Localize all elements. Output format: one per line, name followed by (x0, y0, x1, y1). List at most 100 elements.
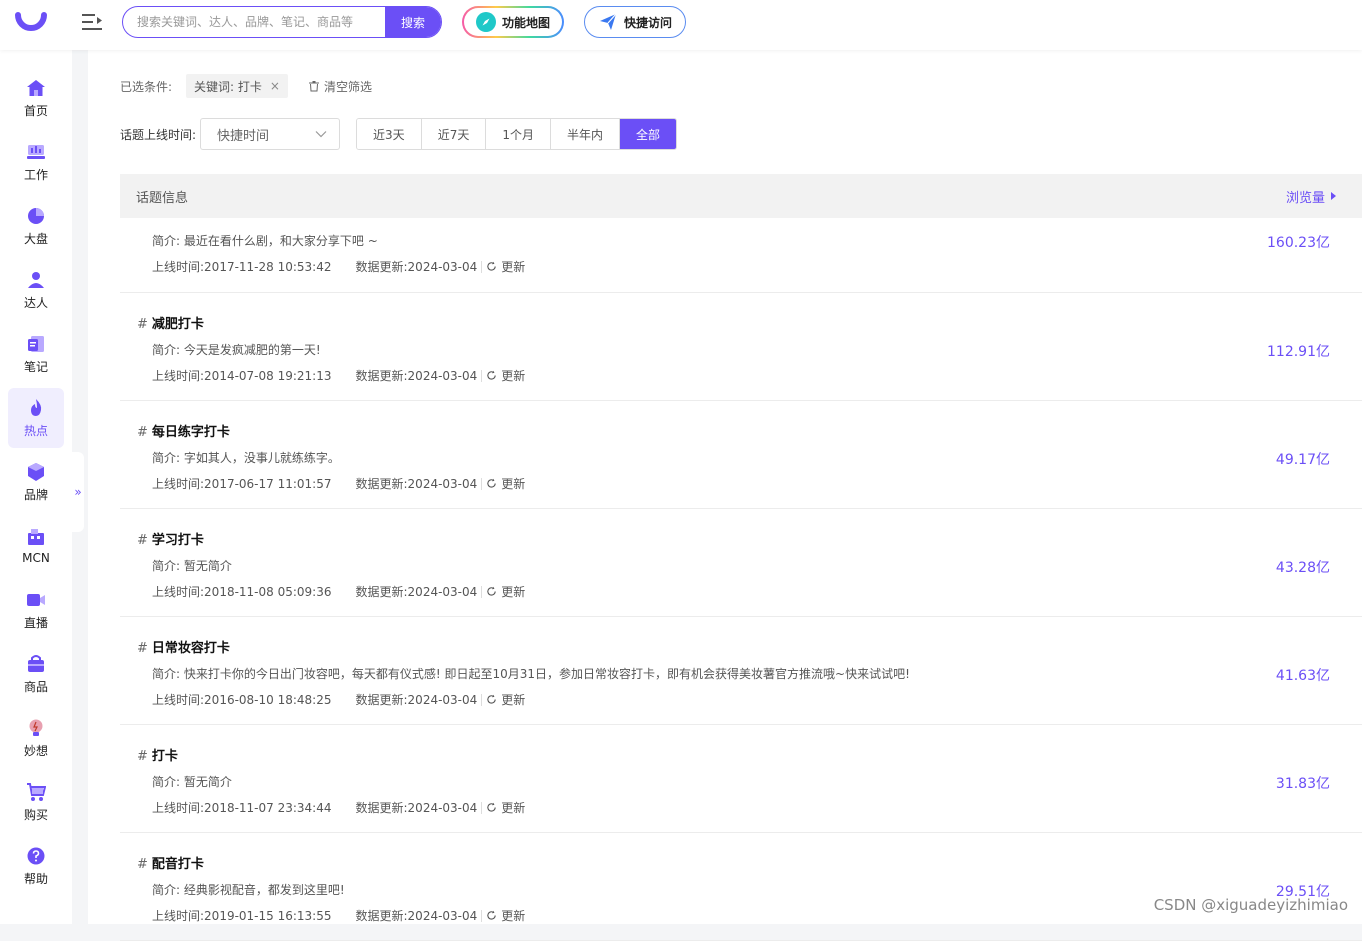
online-time: 2019-01-15 16:13:55 (204, 909, 331, 923)
sidebar-item-label: 妙想 (24, 742, 48, 759)
sidebar-item-label: 笔记 (24, 358, 48, 375)
desc-prefix: 简介: (152, 451, 180, 465)
topic-title[interactable]: #每日练字打卡 (137, 421, 230, 440)
online-prefix: 上线时间: (152, 691, 204, 708)
sidebar-item-2[interactable]: 大盘 (8, 196, 64, 256)
menu-toggle-icon[interactable] (80, 11, 104, 33)
refresh-icon (486, 802, 497, 813)
refresh-label: 更新 (501, 799, 525, 816)
time-filter-label: 话题上线时间: (120, 126, 196, 143)
topic-meta: 上线时间:2014-07-08 19:21:13数据更新:2024-03-04更… (152, 367, 525, 384)
refresh-button[interactable]: 更新 (486, 907, 525, 924)
online-prefix: 上线时间: (152, 367, 204, 384)
topic-title[interactable]: #打卡 (137, 745, 178, 764)
hashtag-icon: # (137, 317, 148, 332)
topic-meta: 上线时间:2019-01-15 16:13:55数据更新:2024-03-04更… (152, 907, 525, 924)
sidebar-item-12[interactable]: 帮助 (8, 836, 64, 896)
table-row[interactable]: #学习打卡简介: 暂无简介上线时间:2018-11-08 05:09:36 数据更… (120, 509, 1362, 617)
divider (481, 370, 482, 382)
update-date: 2024-03-04 (408, 801, 478, 815)
refresh-button[interactable]: 更新 (486, 691, 525, 708)
table-header: 话题信息 浏览量 (120, 174, 1362, 218)
sidebar-item-7[interactable]: MCN (8, 516, 64, 576)
time-range-option-2[interactable]: 1个月 (486, 119, 551, 149)
sidebar-expand-toggle[interactable]: » (72, 452, 84, 532)
update-prefix: 数据更新: (356, 691, 408, 708)
table-row[interactable]: 简介: 最近在看什么剧，和大家分享下吧 ~上线时间:2017-11-28 10:… (120, 218, 1362, 293)
time-range-option-4[interactable]: 全部 (620, 119, 676, 149)
time-range-segments: 近3天近7天1个月半年内全部 (356, 118, 677, 150)
sidebar-item-8[interactable]: 直播 (8, 580, 64, 640)
view-count: 112.91亿 (1267, 341, 1330, 361)
topic-description: 简介: 今天是发疯减肥的第一天! (152, 341, 321, 358)
refresh-button[interactable]: 更新 (486, 583, 525, 600)
chip-close-icon[interactable]: × (270, 79, 280, 93)
table-row[interactable]: #日常妆容打卡简介: 快来打卡你的今日出门妆容吧，每天都有仪式感! 即日起至10… (120, 617, 1362, 725)
column-topic-info: 话题信息 (136, 187, 188, 206)
quick-access-button[interactable]: 快捷访问 (584, 6, 686, 38)
top-bar: 搜索 功能地图 快捷访问 (0, 0, 1362, 50)
topic-title[interactable]: #日常妆容打卡 (137, 637, 230, 656)
sidebar-item-6[interactable]: 品牌 (8, 452, 64, 512)
desc-prefix: 简介: (152, 343, 180, 357)
view-count: 160.23亿 (1267, 232, 1330, 252)
sidebar-item-1[interactable]: 工作 (8, 132, 64, 192)
search-box: 搜索 (122, 6, 442, 38)
topic-title[interactable]: #配音打卡 (137, 853, 204, 872)
sort-by-views-button[interactable]: 浏览量 (1286, 187, 1346, 206)
refresh-icon (486, 910, 497, 921)
refresh-button[interactable]: 更新 (486, 799, 525, 816)
selected-filters: 已选条件: 关键词: 打卡 × 清空筛选 (120, 75, 372, 97)
refresh-button[interactable]: 更新 (486, 475, 525, 492)
view-count: 43.28亿 (1276, 557, 1330, 577)
sidebar-item-label: 大盘 (24, 230, 48, 247)
update-prefix: 数据更新: (356, 799, 408, 816)
table-row[interactable]: #每日练字打卡简介: 字如其人，没事儿就练练字。上线时间:2017-06-17 … (120, 401, 1362, 509)
topic-description: 简介: 字如其人，没事儿就练练字。 (152, 449, 340, 466)
hashtag-icon: # (137, 641, 148, 656)
note-icon (26, 334, 46, 354)
sidebar-item-0[interactable]: 首页 (8, 68, 64, 128)
time-range-option-3[interactable]: 半年内 (551, 119, 620, 149)
online-prefix: 上线时间: (152, 583, 204, 600)
table-row[interactable]: #打卡简介: 暂无简介上线时间:2018-11-07 23:34:44数据更新:… (120, 725, 1362, 833)
feature-map-button[interactable]: 功能地图 (462, 6, 564, 38)
logo-icon[interactable] (14, 7, 48, 41)
online-time: 2018-11-08 05:09:36 (204, 585, 331, 599)
desc-text: 快来打卡你的今日出门妆容吧，每天都有仪式感! 即日起至10月31日，参加日常妆容… (184, 667, 910, 681)
chevron-down-icon (315, 130, 327, 138)
time-range-option-0[interactable]: 近3天 (357, 119, 422, 149)
topic-description: 简介: 暂无简介 (152, 557, 232, 574)
topic-title[interactable]: #学习打卡 (137, 529, 204, 548)
update-date: 2024-03-04 (408, 909, 478, 923)
sidebar-item-label: 工作 (24, 166, 48, 183)
search-button[interactable]: 搜索 (385, 7, 441, 37)
refresh-label: 更新 (501, 475, 525, 492)
sidebar-item-5[interactable]: 热点 (8, 388, 64, 448)
sidebar-item-11[interactable]: 购买 (8, 772, 64, 832)
refresh-button[interactable]: 更新 (486, 367, 525, 384)
topic-meta: 上线时间:2017-11-28 10:53:42数据更新:2024-03-04更… (152, 258, 525, 275)
sidebar-item-10[interactable]: 妙想 (8, 708, 64, 768)
desc-prefix: 简介: (152, 559, 180, 573)
table-row[interactable]: #配音打卡简介: 经典影视配音，都发到这里吧!上线时间:2019-01-15 1… (120, 833, 1362, 941)
view-count: 41.63亿 (1276, 665, 1330, 685)
sidebar-item-4[interactable]: 笔记 (8, 324, 64, 384)
topic-description: 简介: 暂无简介 (152, 773, 232, 790)
sidebar-item-label: MCN (22, 551, 50, 565)
feature-map-label: 功能地图 (502, 14, 550, 31)
clear-filters-button[interactable]: 清空筛选 (308, 78, 372, 95)
topic-title[interactable]: #减肥打卡 (137, 313, 204, 332)
time-range-option-1[interactable]: 近7天 (422, 119, 487, 149)
refresh-icon (486, 478, 497, 489)
topic-title-text: 配音打卡 (152, 857, 204, 872)
sort-caret-icon (1331, 192, 1336, 200)
online-prefix: 上线时间: (152, 799, 204, 816)
update-prefix: 数据更新: (356, 583, 408, 600)
search-input[interactable] (123, 7, 385, 37)
refresh-button[interactable]: 更新 (486, 258, 525, 275)
sidebar-item-3[interactable]: 达人 (8, 260, 64, 320)
table-row[interactable]: #减肥打卡简介: 今天是发疯减肥的第一天! 上线时间:2014-07-08 19:… (120, 293, 1362, 401)
sidebar-item-9[interactable]: 商品 (8, 644, 64, 704)
quick-time-select[interactable]: 快捷时间 (200, 118, 340, 150)
